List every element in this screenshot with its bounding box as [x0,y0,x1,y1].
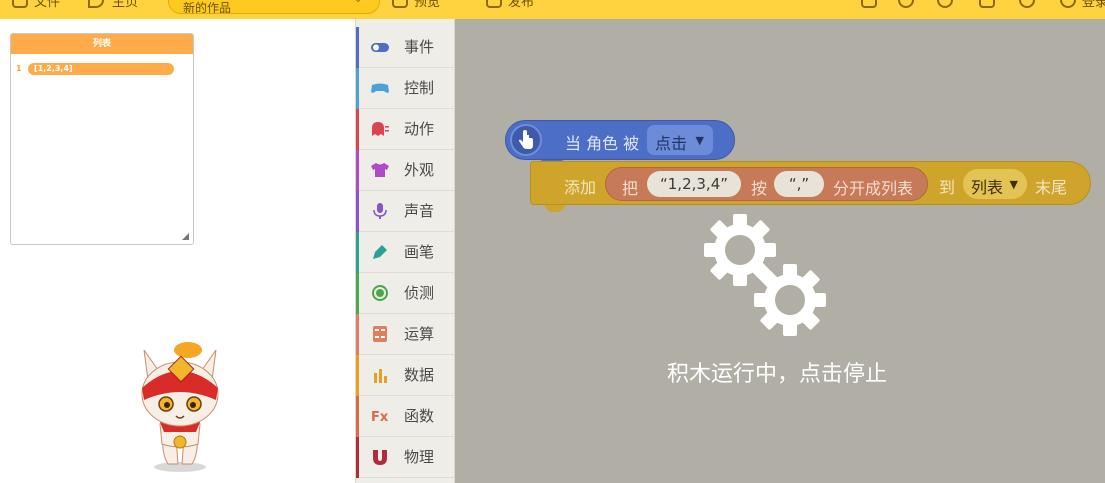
gears-loading-icon[interactable] [700,210,830,340]
category-label: 数据 [404,366,435,384]
category-label: 运算 [404,325,435,343]
project-name-input[interactable]: 新的作品 [168,0,380,15]
shirt-icon [371,163,389,177]
list-monitor[interactable]: 列表 1 [1,2,3,4] [10,33,194,245]
category-looks[interactable]: 外观 [356,150,455,191]
category-operators[interactable]: 运算 [356,314,455,355]
when-sprite-clicked-block[interactable]: 当 角色 被 点击 ▼ [505,120,735,160]
category-functions[interactable]: Fx 函数 [356,396,455,437]
category-events[interactable]: 事件 [356,27,455,68]
category-color-bar [356,273,359,314]
resize-handle-icon[interactable] [182,233,189,240]
category-color-bar [356,150,359,191]
toggle-icon [371,43,389,52]
category-pen[interactable]: 画笔 [356,232,455,273]
category-label: 控制 [404,79,435,97]
phone-icon[interactable] [861,0,877,8]
calculator-icon [373,326,387,342]
by-label: 按 [751,179,768,198]
publish-button[interactable]: 发布 [508,0,534,10]
microphone-icon [373,203,387,219]
running-stop-message[interactable]: 积木运行中，点击停止 [655,356,899,388]
function-icon: Fx [371,410,389,424]
hat-block-label: 当 角色 被 [565,134,640,153]
category-color-bar [356,232,359,273]
smile-icon[interactable] [898,0,914,8]
location-icon[interactable] [88,0,104,8]
category-label: 声音 [404,202,435,220]
gamepad-icon [371,83,389,93]
chevron-down-icon[interactable]: ⌄ [354,0,362,5]
category-physics[interactable]: 物理 [356,437,455,478]
list-item: 1 [1,2,3,4] [16,63,186,75]
category-label: 物理 [404,448,435,466]
magnet-icon [373,450,387,465]
pen-icon [373,245,387,259]
string-input[interactable]: “1,2,3,4” [647,171,741,197]
end-label: 末尾 [1035,178,1068,197]
category-label: 动作 [404,120,435,138]
split-string-block[interactable]: 把 “1,2,3,4” 按 “,” 分开成列表 [605,167,928,201]
to-label: 到 [939,178,956,197]
category-motion[interactable]: 动作 [356,109,455,150]
settings-icon[interactable] [1019,0,1035,8]
bar-chart-icon [374,369,387,383]
category-label: 侦测 [404,284,435,302]
save-icon[interactable] [979,0,995,8]
category-color-bar [356,355,359,396]
home-menu[interactable]: 主页 [112,0,138,10]
file-menu[interactable]: 文件 [34,0,60,10]
category-color-bar [356,68,359,109]
category-color-bar [356,314,359,355]
list-dropdown[interactable]: 列表 ▼ [963,169,1027,199]
cat-sprite[interactable] [130,340,230,474]
event-dropdown-value: 点击 [655,134,688,153]
list-dropdown-value: 列表 [971,178,1004,197]
preview-icon[interactable] [392,0,408,8]
gears-icon[interactable] [937,0,953,8]
svg-text:Fx: Fx [371,410,389,424]
category-color-bar [356,396,359,437]
ghost-icon [372,122,389,136]
category-label: 外观 [404,161,435,179]
add-label: 添加 [564,178,597,197]
chevron-down-icon: ▼ [1009,178,1018,191]
category-color-bar [356,109,359,150]
file-icon[interactable] [12,0,28,8]
category-sound[interactable]: 声音 [356,191,455,232]
split-into-list-label: 分开成列表 [833,179,914,198]
category-label: 事件 [404,38,435,56]
list-item-value: [1,2,3,4] [28,63,174,75]
list-monitor-title: 列表 [11,34,193,54]
split-label: 把 [622,179,639,198]
delimiter-input[interactable]: “,” [774,171,824,197]
chevron-down-icon: ▼ [695,134,704,147]
category-label: 画笔 [404,243,435,261]
radar-icon [372,285,388,301]
category-panel: 事件 控制 动作 外观 声音 画笔 侦测 运算 数据 Fx 函数 物理 [355,19,455,483]
user-avatar-icon[interactable] [1060,0,1076,8]
category-color-bar [356,437,359,478]
list-item-index: 1 [16,64,22,73]
category-label: 函数 [404,407,435,425]
stage-panel[interactable]: 列表 1 [1,2,3,4] [0,19,355,483]
top-toolbar: 文件 主页 新的作品 ⌄ 预览 发布 登录 [0,0,1105,19]
login-button[interactable]: 登录 [1082,0,1105,10]
code-workspace[interactable]: 当 角色 被 点击 ▼ 添加 把 “1,2,3,4” 按 “,” 分开成列表 到… [455,19,1105,483]
event-dropdown[interactable]: 点击 ▼ [647,125,713,155]
category-sensing[interactable]: 侦测 [356,273,455,314]
add-to-list-block[interactable]: 添加 把 “1,2,3,4” 按 “,” 分开成列表 到 列表 ▼ 末尾 [530,161,1091,205]
category-color-bar [356,27,359,68]
category-data[interactable]: 数据 [356,355,455,396]
hand-pointer-icon [510,124,542,156]
category-control[interactable]: 控制 [356,68,455,109]
preview-button[interactable]: 预览 [414,0,440,10]
publish-icon[interactable] [486,0,502,8]
category-color-bar [356,191,359,232]
